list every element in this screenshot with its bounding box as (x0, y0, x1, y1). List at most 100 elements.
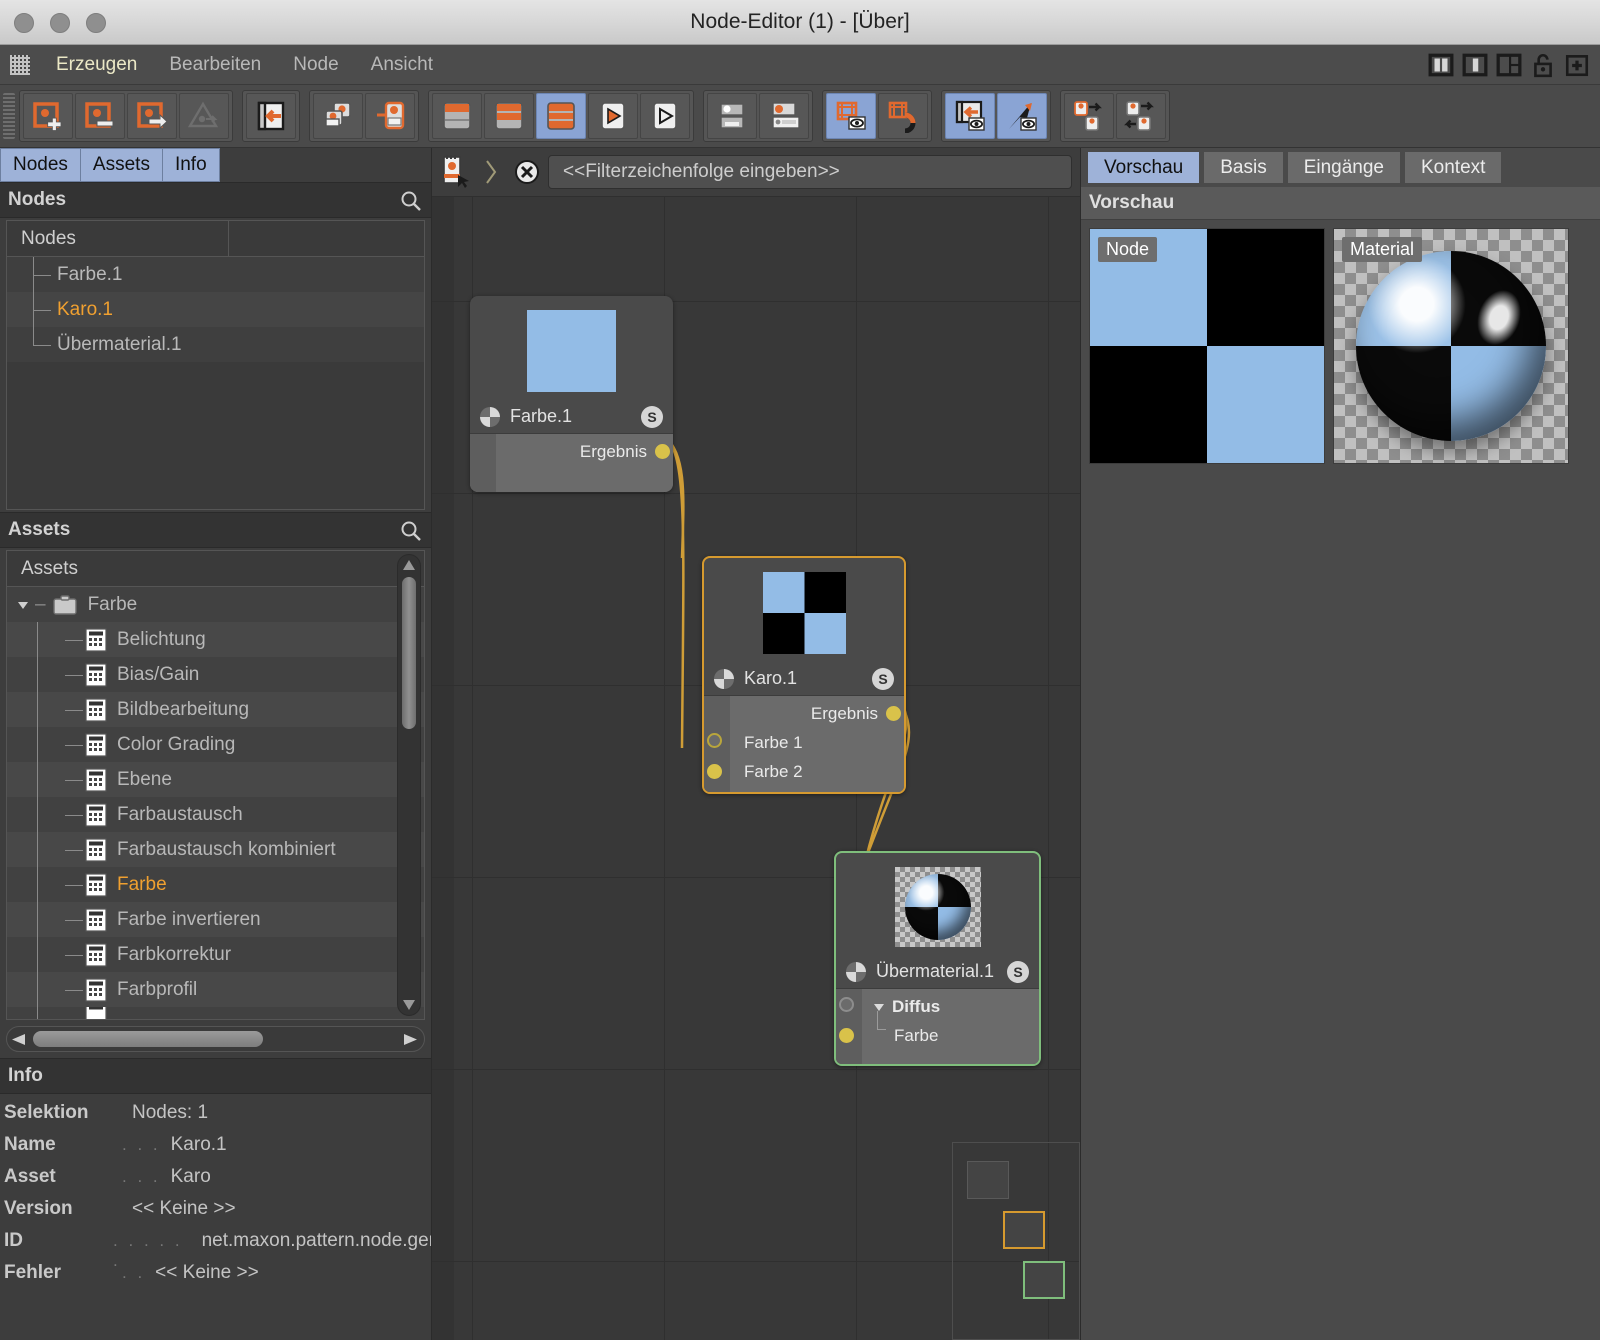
asset-item-farbaustausch-kombiniert[interactable]: Farbaustausch kombiniert (7, 832, 424, 867)
tab-basis[interactable]: Basis (1203, 151, 1284, 184)
menu-ansicht[interactable]: Ansicht (355, 54, 449, 76)
add-node-button[interactable] (23, 93, 73, 139)
detail-small-button[interactable] (432, 93, 482, 139)
remove-node-button[interactable] (75, 93, 125, 139)
asset-item-farbe-invertieren[interactable]: Farbe invertieren (7, 902, 424, 937)
tab-vorschau[interactable]: Vorschau (1087, 151, 1201, 184)
search-icon[interactable] (399, 519, 423, 543)
scrollbar-thumb[interactable] (33, 1031, 263, 1047)
asset-item-farbprofil[interactable]: Farbprofil (7, 972, 424, 1007)
unlock-icon[interactable] (1530, 52, 1556, 78)
play-orange-button[interactable] (588, 93, 638, 139)
node-output-row[interactable]: Ergebnis (470, 437, 673, 466)
node-list-item-uebermaterial1[interactable]: Übermaterial.1 (7, 327, 424, 362)
port-orange-button[interactable] (759, 93, 809, 139)
connect-forward-button[interactable] (1064, 93, 1114, 139)
menu-node[interactable]: Node (277, 54, 354, 76)
tab-assets[interactable]: Assets (79, 148, 162, 182)
node-input-row-diffus[interactable]: Diffus (836, 992, 1039, 1021)
node-preview-label: Node (1098, 237, 1158, 262)
node-title-bar[interactable]: Übermaterial.1 S (836, 955, 1039, 989)
nodes-section-title: Nodes (8, 189, 67, 210)
nodes-list: Nodes Farbe.1 Karo.1 Übermaterial.1 (6, 220, 425, 510)
show-cursor-button[interactable] (997, 93, 1047, 139)
scroll-up-icon[interactable] (402, 559, 416, 571)
layout-split-icon[interactable] (1428, 52, 1454, 78)
minimap-node-uebermaterial (1023, 1261, 1065, 1299)
scroll-right-icon[interactable] (402, 1033, 418, 1046)
node-title-bar[interactable]: Farbe.1 S (470, 400, 673, 434)
detach-node-button[interactable] (365, 93, 415, 139)
node-uebermaterial-1[interactable]: Übermaterial.1 S Diffus Farbe (834, 851, 1041, 1066)
menu-bar: Erzeugen Bearbeiten Node Ansicht (0, 45, 1600, 85)
toolbar-group-frame (822, 90, 932, 142)
node-karo-1[interactable]: Karo.1 S Ergebnis Farbe 1 Farbe 2 (702, 556, 906, 794)
node-state-badge[interactable]: S (1007, 960, 1029, 983)
node-stack-icon[interactable] (440, 155, 470, 189)
toolbar-grip-icon[interactable] (3, 93, 15, 139)
node-list-item-farbe1[interactable]: Farbe.1 (7, 257, 424, 292)
node-preview-box[interactable]: Node (1089, 228, 1325, 464)
vorschau-section-title: Vorschau (1089, 192, 1175, 213)
scroll-down-icon[interactable] (402, 999, 416, 1011)
clear-filter-icon[interactable] (514, 159, 540, 185)
filter-input[interactable]: <<Filterzeichenfolge eingeben>> (548, 155, 1072, 189)
snap-magnet-button[interactable] (878, 93, 928, 139)
node-arrow-button[interactable] (127, 93, 177, 139)
chevron-down-icon[interactable] (15, 597, 31, 613)
asset-item-farbe[interactable]: Farbe (7, 867, 424, 902)
asset-item-farbaustausch[interactable]: Farbaustausch (7, 797, 424, 832)
detail-full-button[interactable] (536, 93, 586, 139)
node-input-row-farbe2[interactable]: Farbe 2 (704, 757, 904, 786)
assets-root-folder[interactable]: – Farbe (7, 587, 424, 622)
show-frame-button[interactable] (826, 93, 876, 139)
assets-horizontal-scrollbar[interactable] (6, 1026, 425, 1052)
menu-bearbeiten[interactable]: Bearbeiten (153, 54, 277, 76)
scroll-left-icon[interactable] (11, 1033, 27, 1046)
info-key: Asset (4, 1166, 56, 1187)
minimap[interactable] (952, 1142, 1080, 1340)
tab-eingaenge[interactable]: Eingänge (1286, 151, 1401, 184)
play-dark-button[interactable] (640, 93, 690, 139)
asset-item-color-grading[interactable]: Color Grading (7, 727, 424, 762)
node-ports: Ergebnis (470, 434, 673, 492)
asset-item-ebene[interactable]: Ebene (7, 762, 424, 797)
grid-line (432, 1069, 1080, 1070)
node-state-badge[interactable]: S (872, 667, 894, 690)
assets-vertical-scrollbar[interactable] (397, 554, 421, 1016)
node-input-row-farbe1[interactable]: Farbe 1 (704, 728, 904, 757)
triangle-node-button[interactable] (179, 93, 229, 139)
layout-grid-icon[interactable] (1496, 52, 1522, 78)
node-farbe-1[interactable]: Farbe.1 S Ergebnis (470, 296, 673, 492)
tab-info[interactable]: Info (161, 148, 220, 182)
material-preview-box[interactable]: Material (1333, 228, 1569, 464)
collapse-left-button[interactable] (246, 93, 296, 139)
node-name: Farbe.1 (510, 406, 573, 426)
scrollbar-thumb[interactable] (402, 577, 416, 729)
asset-item-farbkorrektur[interactable]: Farbkorrektur (7, 937, 424, 972)
tab-nodes[interactable]: Nodes (0, 148, 80, 182)
chevron-down-icon[interactable] (872, 1000, 886, 1014)
asset-item-bias-gain[interactable]: Bias/Gain (7, 657, 424, 692)
asset-item-bildbearbeitung[interactable]: Bildbearbeitung (7, 692, 424, 727)
node-output-row[interactable]: Ergebnis (704, 699, 904, 728)
detail-medium-button[interactable] (484, 93, 534, 139)
node-input-row-farbe[interactable]: Farbe (836, 1011, 1039, 1050)
node-title-bar[interactable]: Karo.1 S (704, 662, 904, 696)
chevron-right-icon[interactable] (480, 155, 502, 189)
connect-both-button[interactable] (1116, 93, 1166, 139)
asset-item-partial[interactable] (7, 1007, 424, 1019)
search-icon[interactable] (399, 189, 423, 213)
asset-item-belichtung[interactable]: Belichtung (7, 622, 424, 657)
node-list-item-karo1[interactable]: Karo.1 (7, 292, 424, 327)
node-asset-icon (85, 697, 107, 722)
layout-split-2-icon[interactable] (1462, 52, 1488, 78)
menu-erzeugen[interactable]: Erzeugen (40, 54, 153, 76)
plus-icon[interactable] (1564, 52, 1590, 78)
tab-kontext[interactable]: Kontext (1404, 151, 1503, 184)
show-page-button[interactable] (945, 93, 995, 139)
node-canvas[interactable]: Farbe.1 S Ergebnis Karo.1 S Ergebnis Far… (432, 196, 1080, 1340)
node-state-badge[interactable]: S (641, 405, 663, 428)
group-nodes-button[interactable] (313, 93, 363, 139)
port-white-button[interactable] (707, 93, 757, 139)
